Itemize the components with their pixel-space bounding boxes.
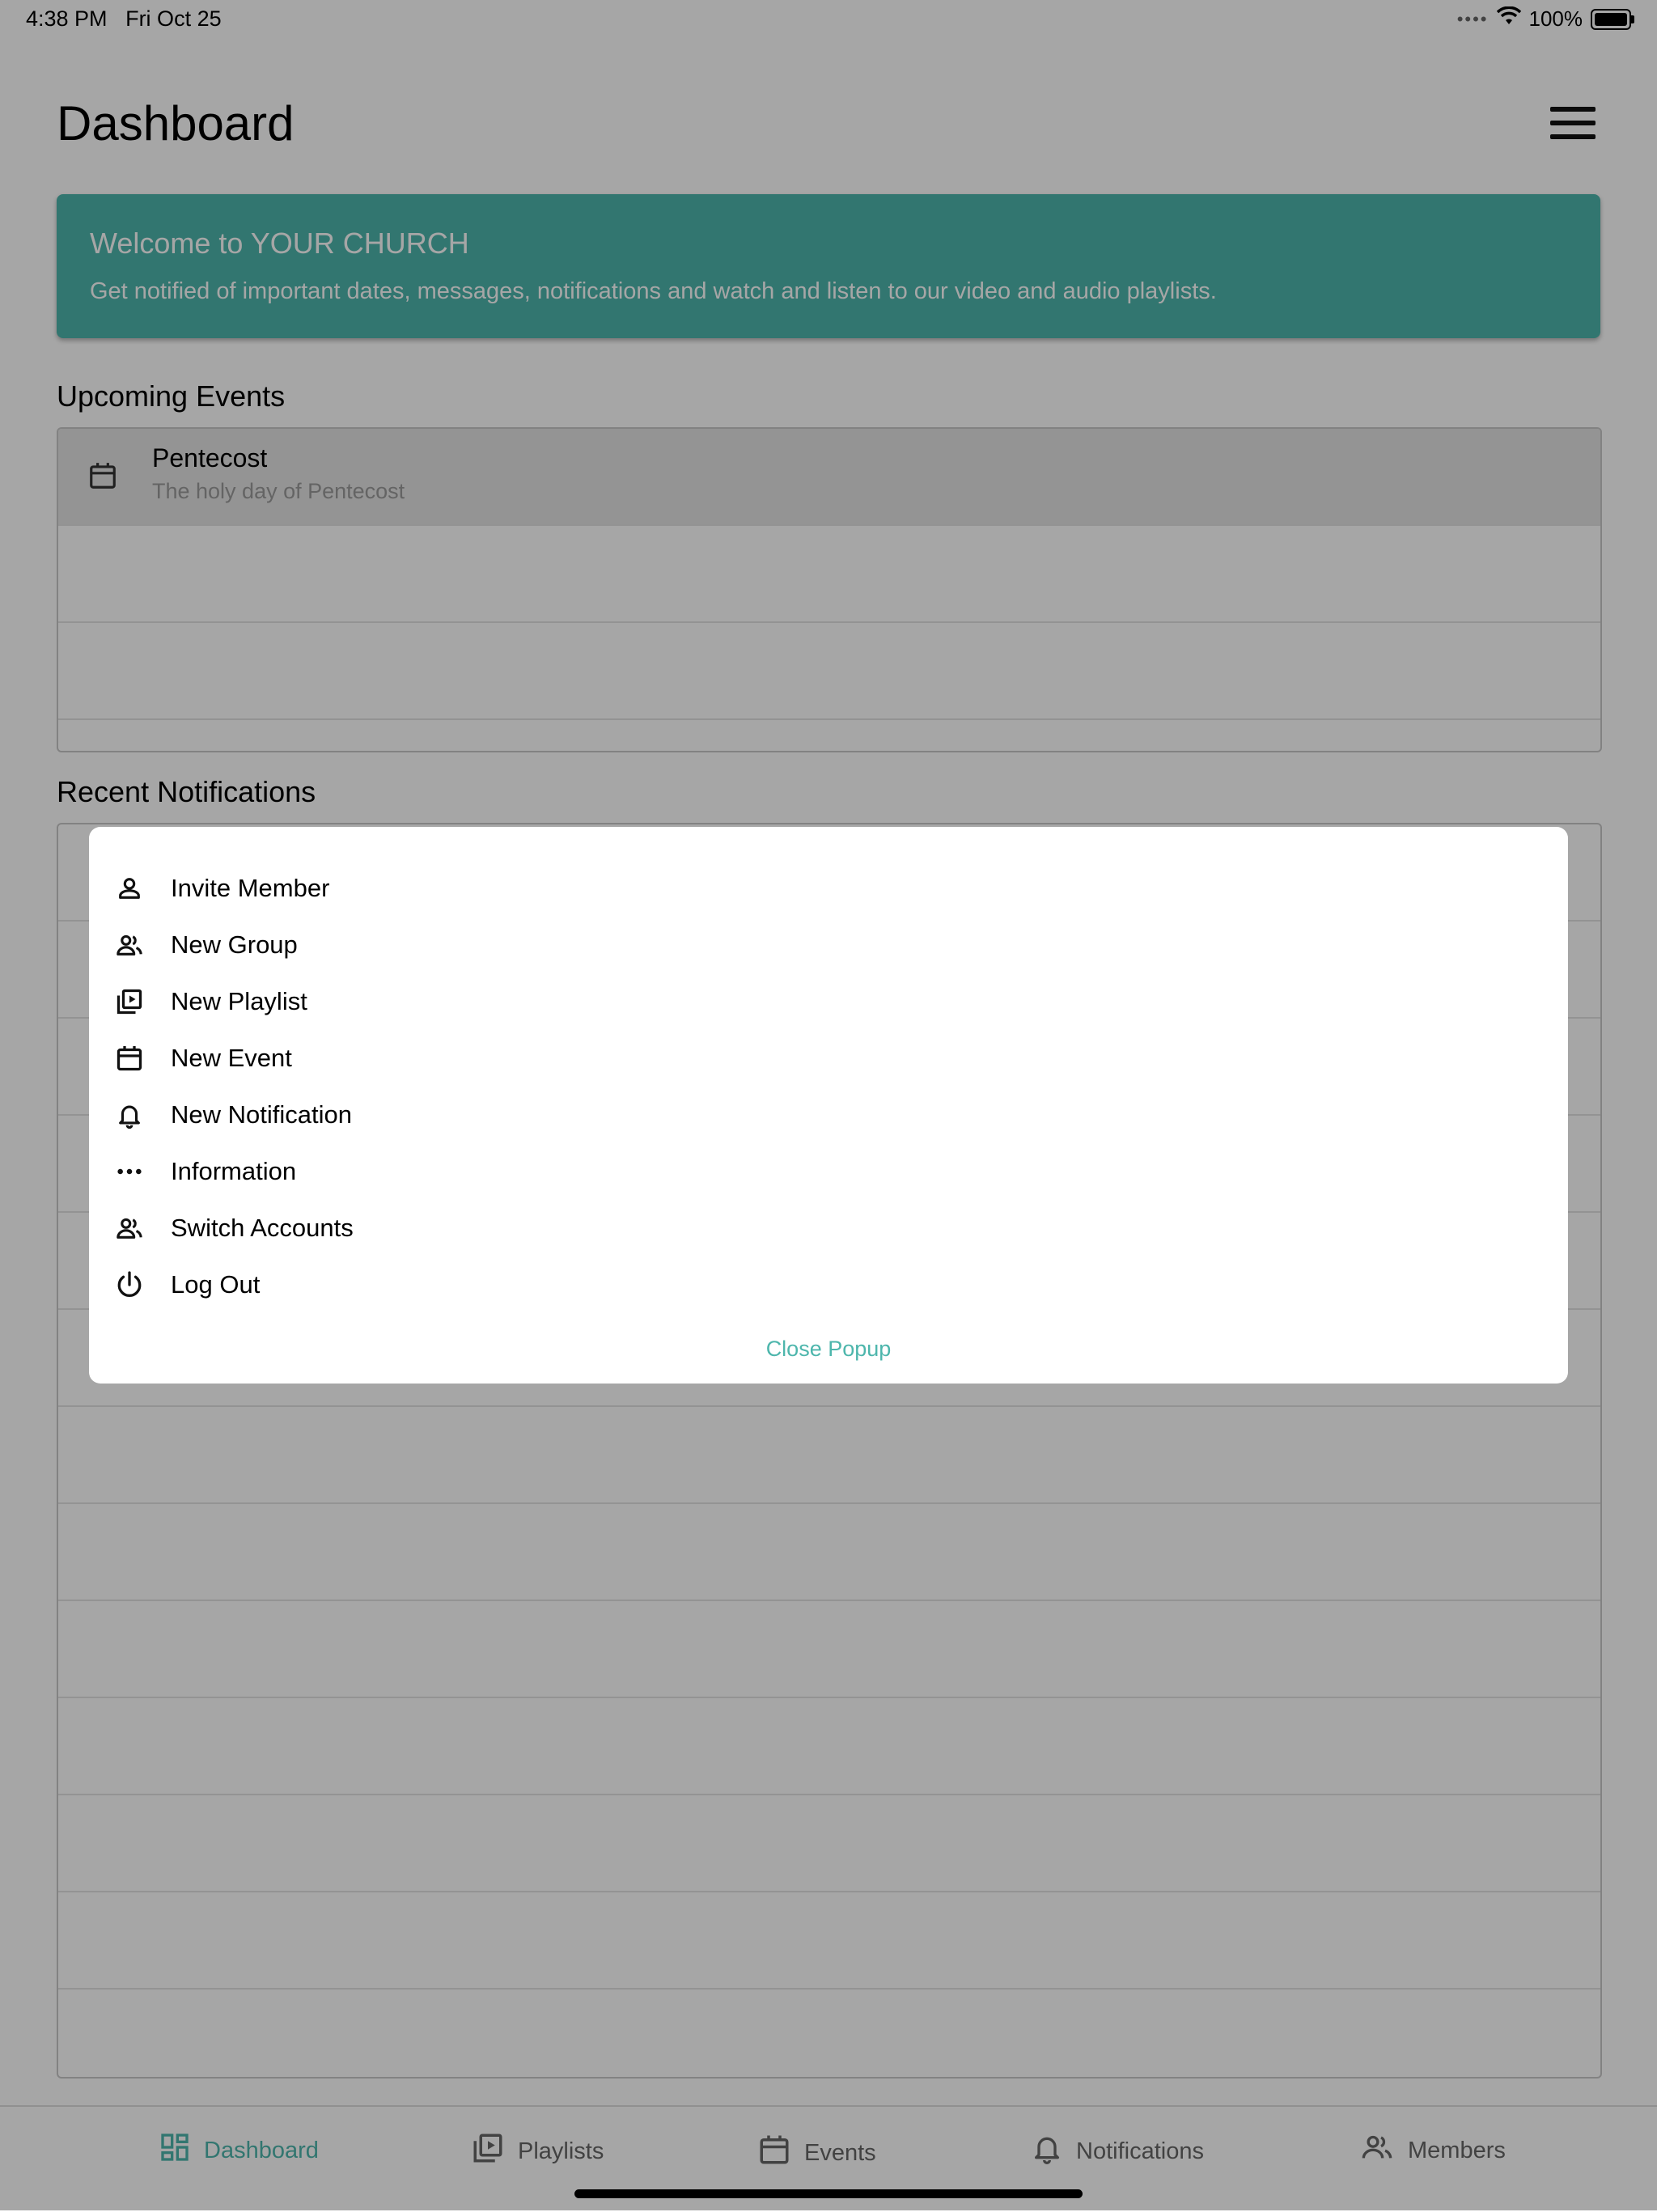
menu-item-label: Switch Accounts <box>171 1214 354 1242</box>
more-horizontal-icon <box>112 1154 147 1189</box>
menu-item-label: Log Out <box>171 1270 261 1299</box>
menu-item-invite-member[interactable]: Invite Member <box>112 864 329 913</box>
menu-item-switch-accounts[interactable]: Switch Accounts <box>112 1204 354 1252</box>
bell-icon <box>112 1097 147 1133</box>
group-icon <box>112 927 147 963</box>
menu-item-information[interactable]: Information <box>112 1147 296 1196</box>
person-icon <box>112 871 147 906</box>
menu-popup: Invite Member New Group New Playlist New… <box>89 827 1568 1384</box>
menu-item-label: New Event <box>171 1044 292 1072</box>
menu-item-new-group[interactable]: New Group <box>112 921 298 969</box>
group-icon <box>112 1210 147 1246</box>
menu-item-new-notification[interactable]: New Notification <box>112 1091 352 1139</box>
menu-item-label: New Notification <box>171 1100 352 1129</box>
menu-item-label: Information <box>171 1157 297 1185</box>
menu-item-label: New Playlist <box>171 987 307 1015</box>
menu-item-new-event[interactable]: New Event <box>112 1034 292 1083</box>
menu-item-label: New Group <box>171 930 298 959</box>
calendar-icon <box>112 1040 147 1076</box>
playlist-icon <box>112 984 147 1019</box>
menu-item-log-out[interactable]: Log Out <box>112 1261 260 1309</box>
close-popup-button[interactable]: Close Popup <box>89 1337 1568 1362</box>
power-icon <box>112 1267 147 1303</box>
menu-item-new-playlist[interactable]: New Playlist <box>112 977 307 1026</box>
menu-item-label: Invite Member <box>171 874 330 902</box>
